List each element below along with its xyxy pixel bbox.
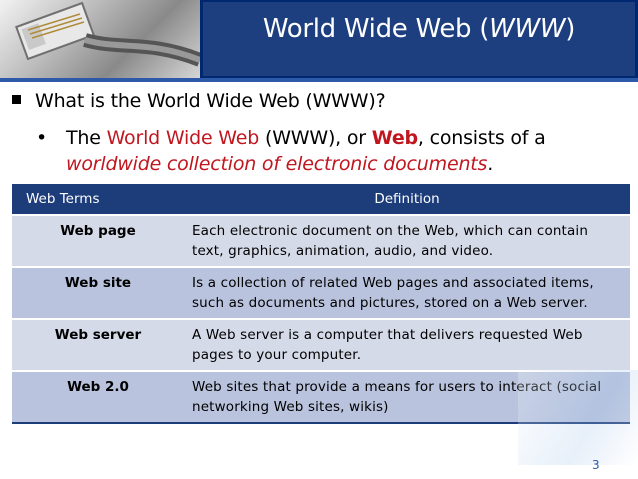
bullet-question: What is the World Wide Web (WWW)?	[12, 90, 386, 112]
slide-title: World Wide Web (WWW)	[262, 14, 576, 44]
table-row: Web site Is a collection of related Web …	[12, 267, 630, 320]
definition-cell: Each electronic document on the Web, whi…	[184, 215, 630, 268]
page-number: 3	[592, 458, 600, 472]
slide-header: World Wide Web (WWW)	[0, 0, 638, 78]
header-divider	[0, 78, 638, 82]
background-decoration	[518, 370, 638, 465]
square-bullet-icon	[12, 95, 21, 104]
column-header-terms: Web Terms	[12, 184, 184, 216]
bullet-answer: • The World Wide Web (WWW), or Web, cons…	[36, 127, 546, 175]
table-row: Web page Each electronic document on the…	[12, 215, 630, 268]
table-header-row: Web Terms Definition	[12, 184, 630, 216]
term-cell: Web site	[12, 267, 184, 320]
dot-bullet-icon: •	[36, 127, 48, 149]
column-header-definition: Definition	[184, 184, 630, 216]
definition-cell: Is a collection of related Web pages and…	[184, 267, 630, 320]
table-row: Web server A Web server is a computer th…	[12, 319, 630, 372]
term-cell: Web page	[12, 215, 184, 268]
network-cable-photo	[0, 0, 200, 78]
term-cell: Web server	[12, 319, 184, 372]
term-cell: Web 2.0	[12, 371, 184, 424]
definition-cell: A Web server is a computer that delivers…	[184, 319, 630, 372]
